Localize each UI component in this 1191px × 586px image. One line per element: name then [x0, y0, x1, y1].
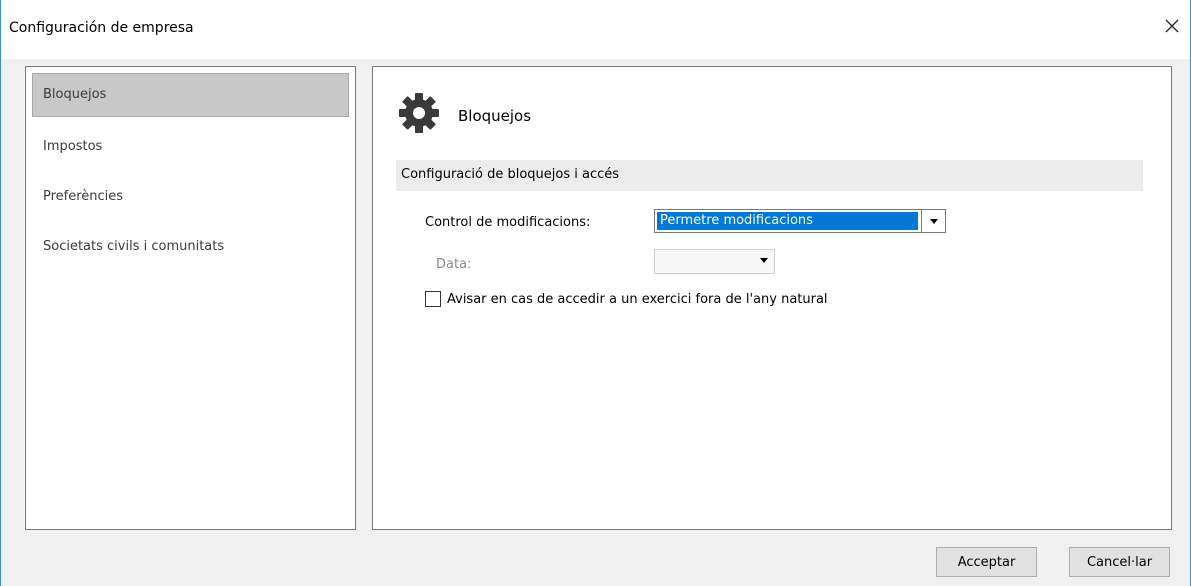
nav-item-label: Preferències: [43, 189, 124, 204]
close-button[interactable]: [1160, 14, 1184, 38]
warn-outside-year-row[interactable]: Avisar en cas de accedir a un exercici f…: [425, 291, 828, 307]
nav-item-impostos[interactable]: Impostos: [32, 125, 349, 169]
nav-item-preferencies[interactable]: Preferències: [32, 175, 349, 219]
close-icon: [1165, 19, 1179, 33]
control-modifications-value: Permetre modificacions: [657, 212, 918, 230]
nav-item-societats[interactable]: Societats civils i comunitats: [32, 225, 349, 269]
control-modifications-select[interactable]: Permetre modificacions: [654, 209, 946, 233]
checkbox-label: Avisar en cas de accedir a un exercici f…: [447, 291, 828, 307]
dropdown-button[interactable]: [921, 210, 945, 232]
title-bar: Configuración de empresa: [1, 0, 1190, 59]
nav-item-bloquejos[interactable]: Bloquejos: [32, 73, 349, 117]
nav-item-label: Bloquejos: [43, 87, 107, 102]
nav-item-label: Societats civils i comunitats: [43, 239, 225, 254]
cancel-button[interactable]: Cancel·lar: [1069, 547, 1170, 577]
warn-outside-year-checkbox[interactable]: [425, 291, 441, 307]
nav-panel: Bloquejos Impostos Preferències Societat…: [25, 66, 356, 530]
chevron-down-icon: [929, 218, 938, 224]
control-label: Control de modificacions:: [425, 215, 591, 230]
content-panel: Bloquejos Configuració de bloquejos i ac…: [372, 66, 1172, 530]
panel-heading: Bloquejos: [458, 107, 532, 125]
window-title: Configuración de empresa: [9, 20, 194, 36]
accept-button[interactable]: Acceptar: [936, 547, 1037, 577]
section-title: Configuració de bloquejos i accés: [401, 167, 620, 182]
date-select[interactable]: [654, 249, 775, 274]
section-header: Configuració de bloquejos i accés: [396, 160, 1143, 191]
chevron-down-icon: [760, 258, 768, 263]
date-label: Data:: [436, 257, 472, 272]
gear-icon: [399, 93, 439, 133]
nav-item-label: Impostos: [43, 139, 103, 154]
dialog-window: Configuración de empresa Bloquejos Impos…: [0, 0, 1191, 586]
